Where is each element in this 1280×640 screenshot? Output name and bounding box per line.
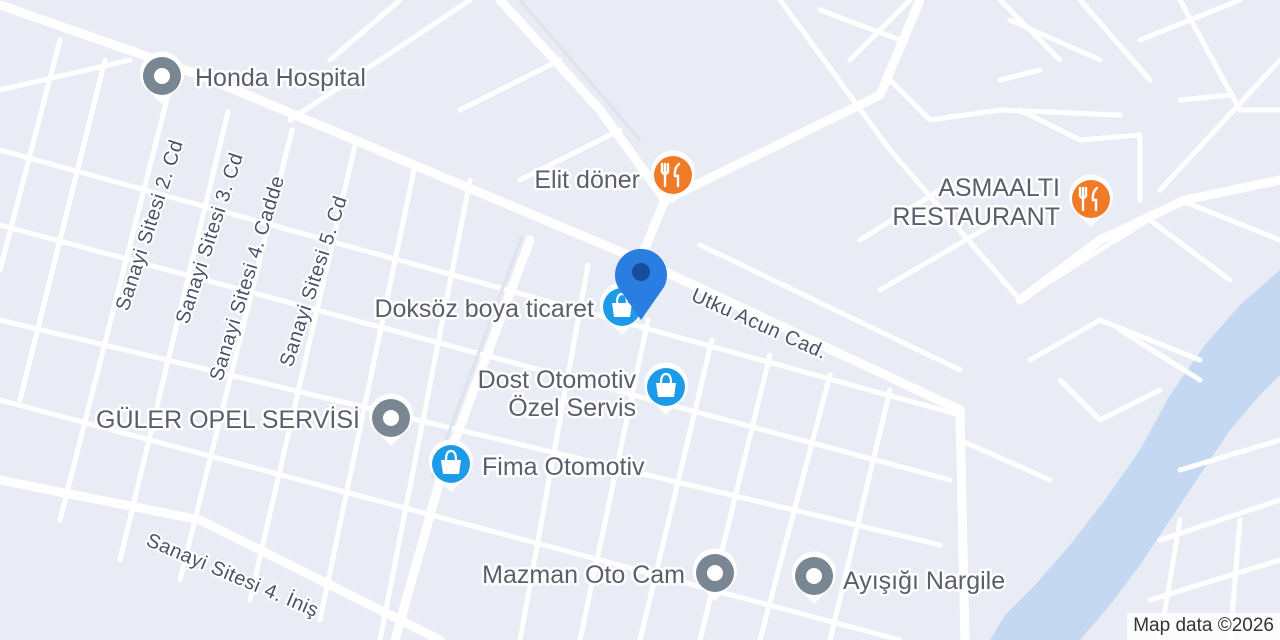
map-attribution: Map data ©2026 <box>1127 613 1280 640</box>
poi-label: Doksöz boya ticaret <box>374 295 594 323</box>
poi-label: Ayışığı Nargile <box>843 567 1005 595</box>
map-canvas[interactable]: Utku Acun Cad. Sanayi Sitesi 2. Cd Sanay… <box>0 0 1280 640</box>
poi-label: Elit döner <box>534 166 640 194</box>
poi-label: Honda Hospital <box>195 64 366 92</box>
poi-label: Mazman Oto Cam <box>482 561 685 589</box>
poi-label: Özel Servis <box>508 394 636 422</box>
poi-label: GÜLER OPEL SERVİSİ <box>96 405 360 434</box>
poi-label: RESTAURANT <box>892 203 1060 231</box>
poi-label: Dost Otomotiv <box>478 366 637 394</box>
poi-label: Fima Otomotiv <box>482 453 645 481</box>
poi-label: ASMAALTI <box>938 174 1060 202</box>
